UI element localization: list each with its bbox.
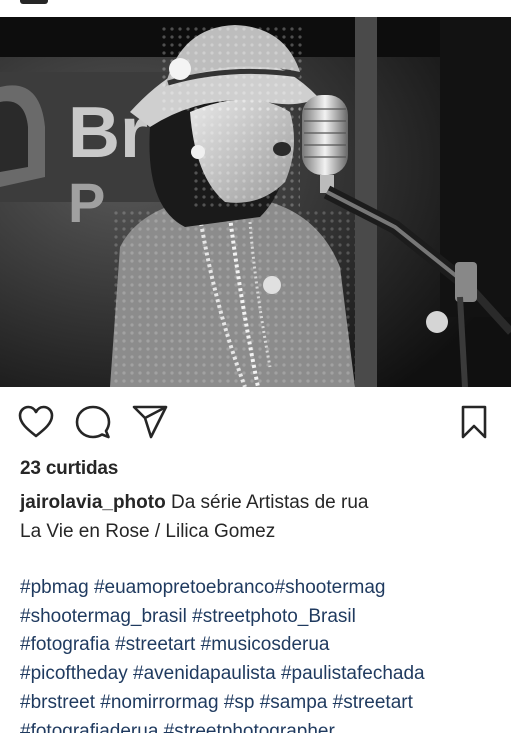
hashtag-row: #fotografia #streetart #musicosderua [20, 631, 510, 660]
hashtag-link[interactable]: #shootermag_brasil [20, 606, 187, 627]
likes-count[interactable]: 23 curtidas [20, 458, 118, 480]
like-button[interactable] [18, 404, 54, 440]
save-button[interactable] [456, 404, 492, 440]
caption-text-line1: Da série Artistas de rua [170, 492, 369, 513]
caption-username[interactable]: jairolavia_photo [20, 492, 166, 513]
hashtag-link[interactable]: #musicosderua [201, 634, 330, 655]
heart-icon [18, 405, 54, 438]
hashtag-link[interactable]: #nomirrormag [100, 692, 218, 713]
hashtag-link[interactable]: #fotografia [20, 634, 110, 655]
post-caption: jairolavia_photo Da série Artistas de ru… [20, 488, 500, 546]
post-photo-image: Br P [0, 17, 511, 387]
bookmark-icon [461, 405, 487, 439]
comment-button[interactable] [75, 404, 111, 440]
hashtag-link[interactable]: #brstreet [20, 692, 95, 713]
hashtag-link[interactable]: #fotografiaderua [20, 721, 158, 733]
header-remnant [20, 0, 48, 4]
hashtag-link[interactable]: #euamopretoebranco#shootermag [94, 577, 386, 598]
hashtag-link[interactable]: #streetart [115, 634, 195, 655]
hashtag-link[interactable]: #picoftheday [20, 663, 128, 684]
hashtag-link[interactable]: #sp [224, 692, 255, 713]
hashtag-row: #brstreet #nomirrormag #sp #sampa #stree… [20, 689, 510, 718]
hashtag-row: #shootermag_brasil #streetphoto_Brasil [20, 603, 510, 632]
paper-plane-icon [132, 405, 168, 439]
post-actions-bar [0, 400, 511, 448]
caption-text-line2: La Vie en Rose / Lilica Gomez [20, 521, 276, 542]
hashtag-link[interactable]: #pbmag [20, 577, 89, 598]
hashtag-link[interactable]: #streetart [333, 692, 413, 713]
hashtag-link[interactable]: #sampa [260, 692, 328, 713]
hashtag-link[interactable]: #streetphotographer [164, 721, 335, 733]
hashtag-row: #picoftheday #avenidapaulista #paulistaf… [20, 660, 510, 689]
share-button[interactable] [132, 404, 168, 440]
background-sign-text: Br [68, 93, 148, 173]
hashtag-block: #pbmag #euamopretoebranco#shootermag #sho… [20, 574, 510, 733]
hashtag-row: #fotografiaderua #streetphotographer [20, 718, 510, 733]
post-photo[interactable]: Br P [0, 17, 511, 387]
hashtag-row: #pbmag #euamopretoebranco#shootermag [20, 574, 510, 603]
top-bar [0, 0, 511, 16]
background-sign-text-2: P [68, 171, 105, 234]
comment-bubble-icon [75, 405, 111, 439]
hashtag-link[interactable]: #paulistafechada [281, 663, 425, 684]
hashtag-link[interactable]: #streetphoto_Brasil [192, 606, 356, 627]
hashtag-link[interactable]: #avenidapaulista [133, 663, 276, 684]
